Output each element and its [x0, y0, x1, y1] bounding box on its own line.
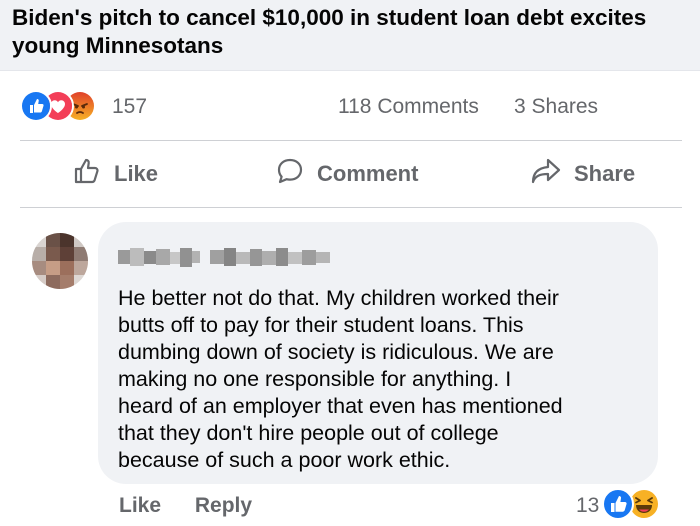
comment-actions: Like Reply	[119, 494, 280, 518]
comment-reaction-count[interactable]: 13	[576, 494, 599, 518]
like-label: Like	[114, 161, 159, 186]
like-icon	[602, 488, 634, 525]
comment-button[interactable]: Comment	[275, 141, 418, 207]
reaction-count[interactable]: 157	[112, 95, 147, 119]
avatar[interactable]	[32, 233, 88, 289]
speech-bubble-icon	[275, 156, 317, 192]
like-button[interactable]: Like	[72, 141, 158, 207]
share-button[interactable]: Share	[530, 141, 635, 207]
link-preview-title-box[interactable]: Biden's pitch to cancel $10,000 in stude…	[0, 0, 700, 71]
thumbs-up-icon	[72, 156, 114, 192]
comment-reply-button[interactable]: Reply	[195, 494, 252, 517]
comments-count[interactable]: 118 Comments	[338, 95, 479, 119]
headline[interactable]: Biden's pitch to cancel $10,000 in stude…	[12, 4, 682, 60]
comment-label: Comment	[317, 161, 419, 186]
comment-text: He better not do that. My children worke…	[118, 286, 563, 472]
share-label: Share	[574, 161, 636, 186]
like-icon	[20, 90, 52, 122]
comment-bubble: He better not do that. My children worke…	[98, 222, 658, 484]
comment-reactions[interactable]	[602, 488, 672, 522]
share-arrow-icon	[530, 156, 574, 192]
post-action-bar: Like Comment Share	[20, 140, 682, 208]
post-stats-bar: 157 118 Comments 3 Shares	[0, 86, 700, 124]
comment-author-name-blurred[interactable]	[118, 246, 333, 268]
shares-count[interactable]: 3 Shares	[514, 95, 598, 119]
comment-like-button[interactable]: Like	[119, 494, 161, 517]
